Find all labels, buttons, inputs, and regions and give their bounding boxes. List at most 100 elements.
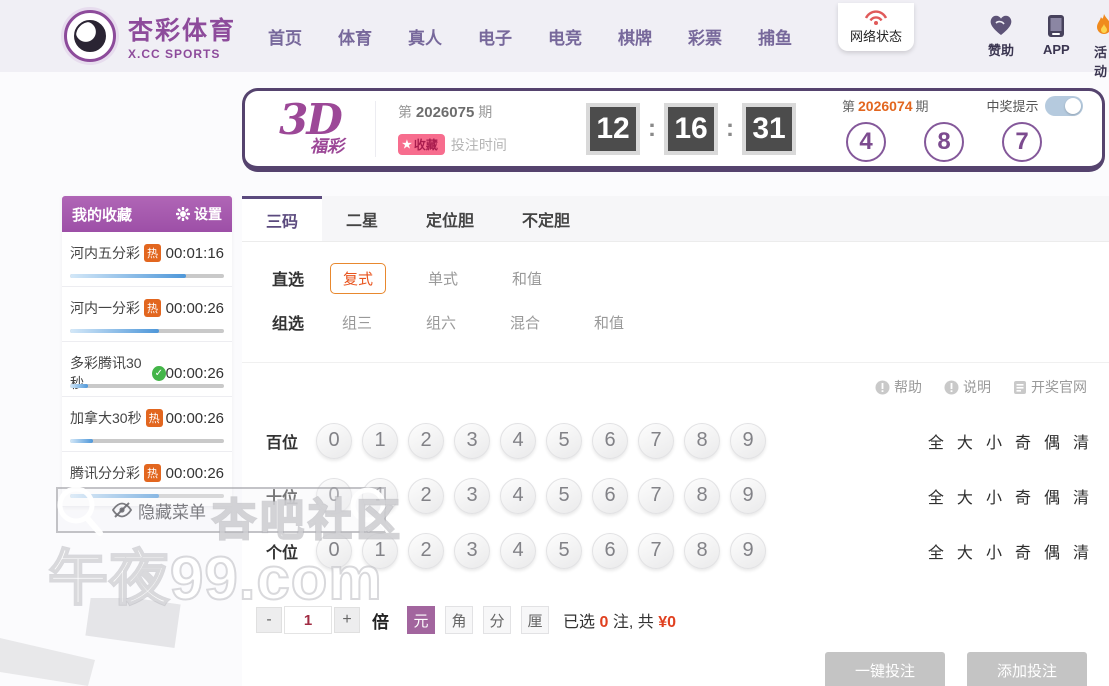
tab-position[interactable]: 定位胆	[402, 196, 498, 241]
nav-item-sports[interactable]: 体育	[338, 24, 372, 49]
nav-item-lottery[interactable]: 彩票	[688, 24, 722, 49]
quick-select[interactable]: 全	[928, 484, 944, 508]
digit-ball[interactable]: 4	[500, 422, 536, 459]
brand-logo[interactable]: 杏彩体育 X.CC SPORTS	[64, 10, 236, 62]
digit-ball[interactable]: 3	[454, 532, 490, 569]
quick-select[interactable]: 小	[986, 484, 1002, 508]
list-item[interactable]: 河内一分彩 热 00:00:26	[62, 287, 232, 342]
quick-select[interactable]: 奇	[1015, 539, 1031, 563]
quick-select[interactable]: 奇	[1015, 429, 1031, 453]
quick-select[interactable]: 大	[957, 429, 973, 453]
digit-ball[interactable]: 2	[408, 532, 444, 569]
app-download-button[interactable]: APP	[1043, 14, 1070, 57]
list-item[interactable]: 加拿大30秒 热 00:00:26	[62, 397, 232, 452]
digit-ball[interactable]: 3	[454, 422, 490, 459]
digit-ball[interactable]: 6	[592, 532, 628, 569]
digit-ball[interactable]: 8	[684, 477, 720, 514]
digit-ball[interactable]: 4	[500, 532, 536, 569]
instructions-button[interactable]: 说明	[944, 377, 991, 397]
play-option-hunhe[interactable]: 混合	[498, 308, 552, 337]
unit-jiao-button[interactable]: 角	[445, 606, 473, 634]
exclamation-icon	[875, 380, 890, 394]
multiplier-input[interactable]: 1	[284, 606, 332, 634]
digit-ball[interactable]: 3	[454, 477, 490, 514]
nav-item-cards[interactable]: 棋牌	[618, 24, 652, 49]
promo-button[interactable]: 活动	[1094, 14, 1109, 80]
digit-ball[interactable]: 2	[408, 422, 444, 459]
digit-ball[interactable]: 6	[592, 422, 628, 459]
digit-ball[interactable]: 5	[546, 422, 582, 459]
digit-ball[interactable]: 1	[362, 477, 398, 514]
digit-ball[interactable]: 5	[546, 477, 582, 514]
quick-select[interactable]: 小	[986, 539, 1002, 563]
quick-select[interactable]: 偶	[1044, 539, 1060, 563]
sidebar-title: 我的收藏	[72, 206, 133, 224]
tab-no-position[interactable]: 不定胆	[498, 196, 594, 241]
digit-ball[interactable]: 9	[730, 532, 766, 569]
play-option-danshi[interactable]: 单式	[416, 264, 470, 293]
list-item[interactable]: 河内五分彩 热 00:01:16	[62, 232, 232, 287]
result-ball: 7	[1002, 121, 1042, 162]
nav-item-home[interactable]: 首页	[268, 24, 302, 49]
quick-select[interactable]: 清	[1073, 539, 1089, 563]
nav-item-esports[interactable]: 电竞	[548, 24, 582, 49]
digit-ball[interactable]: 4	[500, 477, 536, 514]
digit-ball[interactable]: 7	[638, 532, 674, 569]
unit-fen-button[interactable]: 分	[483, 606, 511, 634]
digit-row: 十位 0 1 2 3 4 5 6 7 8 9 全大小奇偶清	[242, 468, 1109, 523]
digit-ball[interactable]: 0	[316, 477, 352, 514]
quick-bet-button[interactable]: 一键投注	[824, 652, 945, 686]
play-option-zusan[interactable]: 组三	[330, 308, 384, 337]
list-item[interactable]: 多彩腾讯30秒 ✓ 00:00:26	[62, 342, 232, 397]
add-bet-button[interactable]: 添加投注	[966, 652, 1087, 686]
quick-select[interactable]: 奇	[1015, 484, 1031, 508]
help-button[interactable]: 帮助	[875, 377, 922, 397]
lottery-timer: 00:01:16	[165, 244, 224, 262]
settings-button[interactable]: 设置	[176, 204, 222, 224]
tab-two-stars[interactable]: 二星	[322, 196, 402, 241]
digit-ball[interactable]: 7	[638, 422, 674, 459]
favorite-button[interactable]: ★ 收藏	[398, 134, 445, 155]
digit-ball[interactable]: 0	[316, 532, 352, 569]
quick-select[interactable]: 清	[1073, 429, 1089, 453]
quick-select[interactable]: 小	[986, 429, 1002, 453]
play-option-zuliu[interactable]: 组六	[414, 308, 468, 337]
digit-ball[interactable]: 9	[730, 477, 766, 514]
multiplier-minus-button[interactable]: -	[256, 607, 282, 633]
digit-ball[interactable]: 2	[408, 477, 444, 514]
play-option-hezhi2[interactable]: 和值	[582, 308, 636, 337]
network-status-card[interactable]: 网络状态	[838, 3, 914, 51]
digit-ball[interactable]: 8	[684, 422, 720, 459]
digit-ball[interactable]: 5	[546, 532, 582, 569]
multiplier-plus-button[interactable]: +	[334, 607, 360, 633]
quick-select[interactable]: 偶	[1044, 429, 1060, 453]
settings-label: 设置	[194, 206, 222, 222]
nav-item-fishing[interactable]: 捕鱼	[758, 24, 792, 49]
lottery-timer: 00:00:26	[165, 409, 224, 427]
win-tip-toggle[interactable]	[1044, 95, 1083, 116]
progress-bar	[70, 439, 224, 443]
digit-ball[interactable]: 1	[362, 422, 398, 459]
play-option-fushi[interactable]: 复式	[330, 262, 387, 294]
nav-item-slots[interactable]: 电子	[478, 24, 512, 49]
play-option-hezhi[interactable]: 和值	[500, 264, 554, 293]
quick-select[interactable]: 清	[1073, 484, 1089, 508]
quick-select[interactable]: 偶	[1044, 484, 1060, 508]
digit-ball[interactable]: 6	[592, 477, 628, 514]
digit-ball[interactable]: 9	[730, 422, 766, 459]
quick-select[interactable]: 大	[957, 484, 973, 508]
unit-li-button[interactable]: 厘	[521, 606, 549, 634]
digit-ball[interactable]: 1	[362, 532, 398, 569]
sponsor-button[interactable]: 赞助	[988, 14, 1014, 59]
digit-ball[interactable]: 8	[684, 532, 720, 569]
digit-ball[interactable]: 7	[638, 477, 674, 514]
digit-ball[interactable]: 0	[316, 422, 352, 459]
unit-yuan-button[interactable]: 元	[407, 606, 435, 634]
nav-item-live[interactable]: 真人	[408, 24, 442, 49]
quick-select[interactable]: 全	[928, 429, 944, 453]
quick-select[interactable]: 大	[957, 539, 973, 563]
tab-three-digits[interactable]: 三码	[242, 196, 323, 241]
quick-select[interactable]: 全	[928, 539, 944, 563]
list-item[interactable]: 腾讯分分彩 热 00:00:26	[62, 452, 232, 507]
official-site-button[interactable]: 开奖官网	[1013, 377, 1087, 397]
